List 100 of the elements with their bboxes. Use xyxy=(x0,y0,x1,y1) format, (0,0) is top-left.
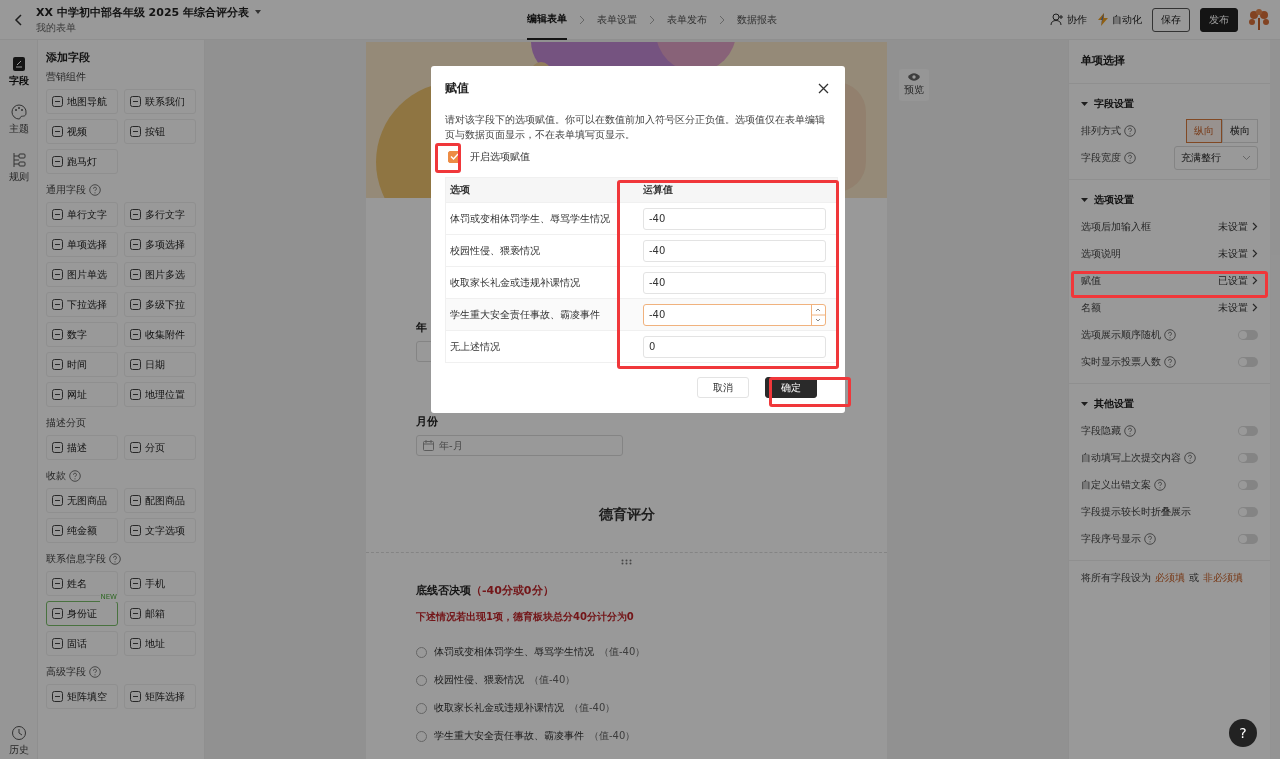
field-type-icon xyxy=(52,495,63,506)
save-button[interactable]: 保存 xyxy=(1152,7,1190,32)
field-type-button[interactable]: 网址 xyxy=(46,382,118,407)
value-input[interactable]: 0 xyxy=(643,335,826,358)
field-type-button[interactable]: 地理位置 xyxy=(124,382,196,407)
rail-tab[interactable]: 主题 xyxy=(8,104,29,136)
chevron-right-icon xyxy=(1252,276,1258,285)
cancel-button[interactable]: 取消 xyxy=(697,377,749,398)
group-heading: 通用字段 xyxy=(46,183,86,197)
option-label: 校园性侵、猥亵情况 xyxy=(434,673,524,687)
setting-link[interactable]: 未设置 xyxy=(1218,300,1258,315)
value-input[interactable]: -40 xyxy=(643,303,826,326)
field-type-button[interactable]: 地址 xyxy=(124,631,196,656)
field-type-icon xyxy=(52,209,63,220)
form-title: XX 中学初中部各年级 2025 年综合评分表 xyxy=(36,4,250,20)
table-cell-text: 学生重大安全责任事故、霸凌事件 xyxy=(449,307,601,322)
chevron-icon xyxy=(579,14,585,25)
question-note: 下述情况若出现1项，德育板块总分40分计分为0 xyxy=(416,610,635,624)
chevron-right-icon xyxy=(1252,303,1258,312)
field-type-icon xyxy=(130,126,141,137)
stepper-icon xyxy=(811,303,825,326)
caret-icon xyxy=(254,9,263,15)
setting-link[interactable]: 未设置 xyxy=(1218,246,1258,261)
step-tab[interactable]: 数据报表 xyxy=(737,0,777,39)
publish-button[interactable]: 发布 xyxy=(1200,7,1238,32)
option-value: （值-40） xyxy=(589,729,636,743)
table-cell-text: 无上述情况 xyxy=(449,339,501,354)
rail-tab[interactable]: 规则 xyxy=(8,152,29,184)
field-type-icon xyxy=(130,209,141,220)
date-field[interactable]: 年-月 xyxy=(416,435,623,456)
setting-link[interactable]: 已设置 xyxy=(1218,273,1258,288)
section-heading: 其他设置 xyxy=(1094,397,1134,411)
table-cell-text: 校园性侵、猥亵情况 xyxy=(449,243,541,258)
setting-label: 字段宽度 xyxy=(1081,150,1121,165)
field-type-button[interactable]: 无图商品 xyxy=(46,488,118,513)
value-input[interactable]: -40 xyxy=(643,271,826,294)
field-type-button[interactable]: 日期 xyxy=(124,352,196,377)
chevron-down-icon xyxy=(1242,154,1251,161)
field-type-button[interactable]: 跑马灯 xyxy=(46,149,118,174)
breadcrumb-link[interactable]: 我的表单 xyxy=(36,20,263,35)
chevron-right-icon xyxy=(1252,222,1258,231)
lightning-icon xyxy=(1097,13,1109,26)
field-type-icon xyxy=(130,608,141,619)
field-type-icon xyxy=(52,299,63,310)
field-type-button[interactable]: 配图商品 xyxy=(124,488,196,513)
rail-tab[interactable]: 字段 xyxy=(8,56,29,88)
field-type-button[interactable]: 矩阵填空 xyxy=(46,684,118,709)
field-type-button[interactable]: 多行文字 xyxy=(124,202,196,227)
field-type-button[interactable]: 手机 xyxy=(124,571,196,596)
field-type-button[interactable]: 固话 xyxy=(46,631,118,656)
field-type-button[interactable]: 地图导航 xyxy=(46,89,118,114)
step-tab[interactable]: 表单设置 xyxy=(597,0,637,39)
width-select[interactable]: 充满整行 xyxy=(1174,145,1258,170)
option-label: 收取家长礼金或违规补课情况 xyxy=(434,701,564,715)
panel-title: 单项选择 xyxy=(1069,40,1270,84)
help-icon xyxy=(1164,355,1176,368)
field-type-button[interactable]: 收集附件 xyxy=(124,322,196,347)
field-type-button[interactable]: 分页 xyxy=(124,435,196,460)
field-label: 月份 xyxy=(416,414,439,429)
field-type-icon xyxy=(52,389,63,400)
help-icon xyxy=(1164,328,1176,341)
field-type-button[interactable]: 纯金额 xyxy=(46,518,118,543)
field-type-button[interactable]: 文字选项 xyxy=(124,518,196,543)
field-type-button[interactable]: 身份证 xyxy=(46,601,118,626)
step-tab[interactable]: 表单发布 xyxy=(667,0,707,39)
value-input[interactable]: -40 xyxy=(643,239,826,262)
field-type-button[interactable]: 图片多选 xyxy=(124,262,196,287)
field-type-icon xyxy=(130,329,141,340)
field-type-button[interactable]: 单行文字 xyxy=(46,202,118,227)
field-type-button[interactable]: 邮箱 xyxy=(124,601,196,626)
field-type-icon xyxy=(130,96,141,107)
field-type-button[interactable]: 下拉选择 xyxy=(46,292,118,317)
panel-title: 添加字段 xyxy=(46,50,91,65)
segment-option[interactable]: 横向 xyxy=(1222,118,1258,143)
field-type-button[interactable]: 多级下拉 xyxy=(124,292,196,317)
field-type-button[interactable]: 视频 xyxy=(46,119,118,144)
value-input[interactable]: -40 xyxy=(643,207,826,230)
field-type-icon xyxy=(52,691,63,702)
toolbar-link[interactable]: 自动化 xyxy=(1112,12,1142,27)
field-type-icon xyxy=(130,359,141,370)
field-type-button[interactable]: 时间 xyxy=(46,352,118,377)
preview-button[interactable]: 预览 xyxy=(899,69,929,101)
field-type-button[interactable]: 多项选择 xyxy=(124,232,196,257)
field-type-button[interactable]: 单项选择 xyxy=(46,232,118,257)
field-type-button[interactable]: 矩阵选择 xyxy=(124,684,196,709)
toolbar-link[interactable]: 协作 xyxy=(1067,12,1087,27)
rail-tab[interactable]: 历史 xyxy=(8,725,29,757)
caret-icon xyxy=(1081,197,1088,203)
field-type-button[interactable]: 图片单选 xyxy=(46,262,118,287)
field-type-button[interactable]: 描述 xyxy=(46,435,118,460)
setting-label: 字段隐藏 xyxy=(1081,423,1121,438)
field-type-button[interactable]: 数字 xyxy=(46,322,118,347)
field-type-button[interactable]: 联系我们 xyxy=(124,89,196,114)
help-icon xyxy=(1124,424,1136,437)
help-icon xyxy=(1154,478,1166,491)
setting-label: 赋值 xyxy=(1081,273,1101,288)
setting-link[interactable]: 未设置 xyxy=(1218,219,1258,234)
field-type-button[interactable]: 按钮 xyxy=(124,119,196,144)
help-icon xyxy=(89,184,101,196)
option-label: 学生重大安全责任事故、霸凌事件 xyxy=(434,729,584,743)
